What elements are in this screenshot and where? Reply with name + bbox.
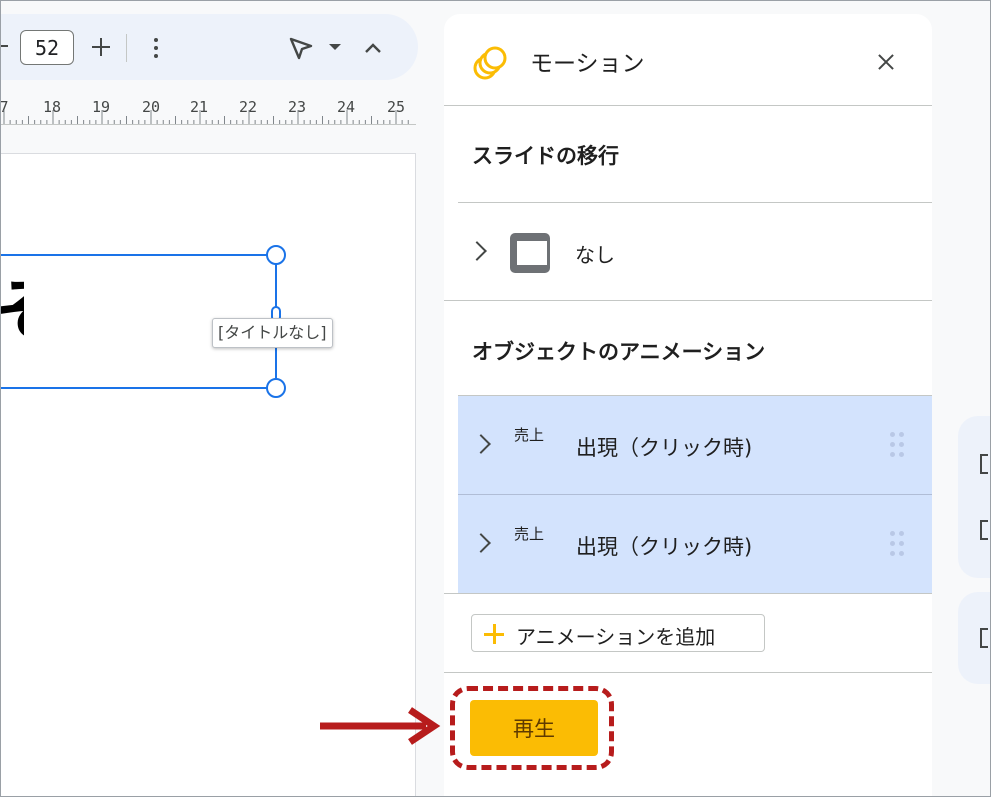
toolbar-divider	[126, 34, 127, 62]
transition-value: なし	[575, 243, 615, 267]
resize-handle-top-right[interactable]	[266, 245, 286, 265]
select-cursor-icon[interactable]	[287, 36, 315, 62]
annotation-dashed-highlight	[450, 686, 614, 770]
drag-handle-icon[interactable]	[890, 531, 908, 559]
divider	[444, 672, 932, 673]
dropdown-caret-icon[interactable]	[329, 44, 341, 50]
slide-canvas[interactable]	[0, 153, 416, 797]
add-animation-button[interactable]: アニメーションを追加	[471, 614, 765, 652]
rail-icon[interactable]	[980, 628, 988, 648]
chevron-right-icon[interactable]	[468, 241, 488, 261]
zoom-out-icon[interactable]	[0, 45, 8, 47]
motion-panel: モーション スライドの移行 なし オブジェクトのアニメーション 売上 出現（クリ…	[444, 14, 932, 797]
animation-target: 売上	[514, 525, 545, 543]
zoom-level-input[interactable]: 52	[20, 30, 74, 65]
more-vert-icon[interactable]	[150, 36, 162, 60]
motion-logo-icon	[473, 46, 507, 80]
object-animation-heading: オブジェクトのアニメーション	[472, 340, 766, 364]
chevron-right-icon[interactable]	[472, 533, 492, 553]
divider	[458, 202, 932, 203]
side-rail	[958, 592, 991, 684]
animation-label: 出現（クリック時)	[576, 535, 753, 559]
panel-title: モーション	[530, 51, 645, 77]
chevron-right-icon[interactable]	[472, 434, 492, 454]
ruler-baseline	[0, 124, 416, 125]
zoom-in-icon[interactable]	[90, 36, 112, 58]
placeholder-tooltip: [タイトルなし]	[212, 318, 333, 348]
drag-handle-icon[interactable]	[890, 432, 908, 460]
slide-transition-heading: スライドの移行	[472, 144, 619, 168]
rail-icon[interactable]	[980, 454, 988, 474]
close-icon[interactable]	[874, 50, 898, 74]
animation-label: 出現（クリック時)	[576, 436, 753, 460]
animation-target: 売上	[514, 426, 545, 444]
resize-handle-bottom-right[interactable]	[266, 378, 286, 398]
add-animation-label: アニメーションを追加	[516, 625, 716, 649]
panel-header: モーション	[444, 14, 932, 106]
collapse-chevron-icon[interactable]	[362, 38, 384, 58]
plus-icon	[484, 624, 504, 644]
animation-row[interactable]: 売上 出現（クリック時)	[458, 396, 932, 494]
annotation-arrow-icon	[320, 707, 441, 745]
horizontal-ruler: 7 18 19 20 21 22 23 24 25	[0, 92, 416, 126]
animation-row[interactable]: 売上 出現（クリック時)	[458, 495, 932, 593]
divider	[444, 300, 932, 301]
slide-transition-icon	[510, 233, 550, 273]
divider	[444, 593, 932, 594]
rail-icon[interactable]	[980, 520, 988, 540]
side-rail	[958, 416, 991, 578]
